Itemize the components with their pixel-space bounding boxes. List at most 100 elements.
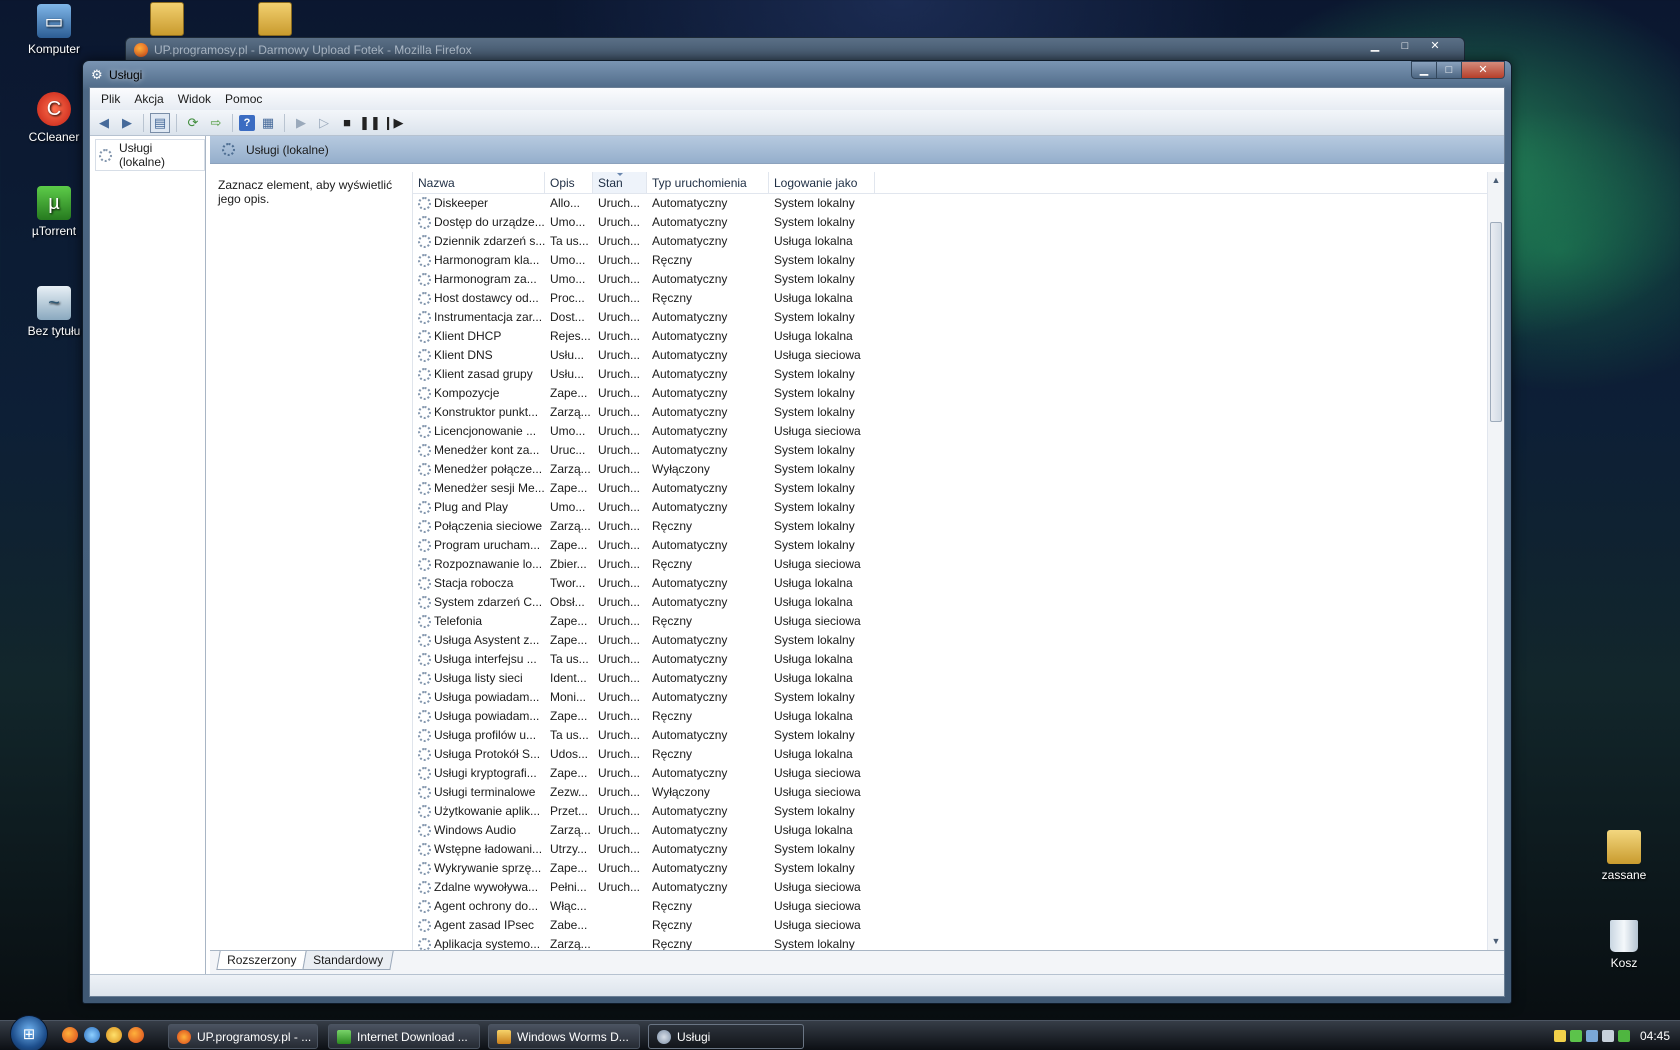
close-button[interactable]: ✕ — [1422, 38, 1448, 54]
menu-pomoc[interactable]: Pomoc — [218, 88, 269, 110]
minimize-button[interactable]: ▁ — [1411, 61, 1437, 79]
restart-service-icon[interactable]: ❙▶ — [383, 113, 404, 133]
tray-utorrent-icon[interactable] — [1617, 1030, 1630, 1042]
table-row[interactable]: Diskeeper Allo... Uruch... Automatyczny Syst… — [413, 194, 1504, 213]
table-row[interactable]: Telefonia Zape... Uruch... Ręczny Usługa sie… — [413, 612, 1504, 631]
services-list[interactable]: Nazwa Opis Stan Typ uruchomienia Logowan… — [412, 172, 1504, 950]
firefox-icon[interactable] — [128, 1027, 144, 1043]
desktop-icon-bez-tytulu[interactable]: ~ Bez tytułu — [16, 286, 92, 338]
table-row[interactable]: Usługa interfejsu ... Ta us... Uruch... Aut… — [413, 650, 1504, 669]
table-row[interactable]: Agent ochrony do... Włąc... Ręczny Usługa s… — [413, 897, 1504, 916]
taskbar-button-firefox[interactable]: UP.programosy.pl - ... — [168, 1024, 318, 1049]
table-row[interactable]: Agent zasad IPsec Zabe... Ręczny Usługa sie… — [413, 916, 1504, 935]
column-header-state[interactable]: Stan — [593, 172, 647, 193]
tray-network-icon[interactable] — [1585, 1030, 1598, 1042]
table-row[interactable]: Harmonogram za... Umo... Uruch... Automatyc… — [413, 270, 1504, 289]
table-row[interactable]: Użytkowanie aplik... Przet... Uruch... Auto… — [413, 802, 1504, 821]
table-row[interactable]: Zdalne wywoływa... Pełni... Uruch... Automa… — [413, 878, 1504, 897]
table-row[interactable]: Harmonogram kla... Umo... Uruch... Ręczny Sy… — [413, 251, 1504, 270]
start-service-icon[interactable]: ▶ — [291, 113, 311, 133]
column-header-startup-type[interactable]: Typ uruchomienia — [647, 172, 769, 193]
table-row[interactable]: Usługi kryptografi... Zape... Uruch... Auto… — [413, 764, 1504, 783]
maximize-button[interactable]: □ — [1436, 61, 1462, 79]
back-icon[interactable]: ◀ — [94, 113, 114, 133]
close-button[interactable]: ✕ — [1461, 61, 1505, 79]
tree-node-services-local[interactable]: Usługi (lokalne) — [95, 139, 205, 171]
table-row[interactable]: Rozpoznawanie lo... Zbier... Uruch... Ręczn… — [413, 555, 1504, 574]
tray-volume-icon[interactable] — [1601, 1030, 1614, 1042]
table-row[interactable]: Konstruktor punkt... Zarzą... Uruch... Auto… — [413, 403, 1504, 422]
table-row[interactable]: Klient DHCP Rejes... Uruch... Automatyczny U… — [413, 327, 1504, 346]
table-row[interactable]: Połączenia sieciowe Zarzą... Uruch... Ręczn… — [413, 517, 1504, 536]
table-row[interactable]: Instrumentacja zar... Dost... Uruch... Auto… — [413, 308, 1504, 327]
pause-service-icon[interactable]: ❚❚ — [359, 113, 381, 133]
table-row[interactable]: Menedżer sesji Me... Zape... Uruch... Autom… — [413, 479, 1504, 498]
tray-flag-icon[interactable] — [1569, 1030, 1582, 1042]
table-row[interactable]: Menedżer połącze... Zarzą... Uruch... Wyłąc… — [413, 460, 1504, 479]
ie-icon[interactable] — [84, 1027, 100, 1043]
vertical-scrollbar[interactable]: ▲ ▼ — [1487, 172, 1504, 950]
table-row[interactable]: Wstępne ładowani... Utrzy... Uruch... Autom… — [413, 840, 1504, 859]
desktop-icon-komputer[interactable]: ▭ Komputer — [16, 4, 92, 56]
table-row[interactable]: Dziennik zdarzeń s... Ta us... Uruch... Aut… — [413, 232, 1504, 251]
table-row[interactable]: Klient zasad grupy Usłu... Uruch... Automat… — [413, 365, 1504, 384]
table-row[interactable]: Dostęp do urządze... Umo... Uruch... Automa… — [413, 213, 1504, 232]
forward-icon[interactable]: ▶ — [117, 113, 137, 133]
table-row[interactable]: Program urucham... Zape... Uruch... Automat… — [413, 536, 1504, 555]
show-hide-console-tree-icon[interactable]: ▤ — [150, 112, 170, 133]
table-row[interactable]: Usługa powiadam... Zape... Uruch... Ręczny U… — [413, 707, 1504, 726]
title-bar[interactable]: ⚙ Usługi ▁ □ ✕ — [83, 61, 1511, 89]
menu-akcja[interactable]: Akcja — [127, 88, 170, 110]
export-list-icon[interactable]: ⇨ — [206, 113, 226, 133]
table-row[interactable]: Usługa Asystent z... Zape... Uruch... Autom… — [413, 631, 1504, 650]
table-row[interactable]: Stacja robocza Twor... Uruch... Automatyczn… — [413, 574, 1504, 593]
column-header-description[interactable]: Opis — [545, 172, 593, 193]
firefox-icon[interactable] — [62, 1027, 78, 1043]
table-row[interactable]: System zdarzeń C... Obsł... Uruch... Automa… — [413, 593, 1504, 612]
table-row[interactable]: Aplikacja systemo... Zarzą... Ręczny System… — [413, 935, 1504, 950]
help-icon[interactable]: ? — [239, 114, 255, 131]
table-row[interactable]: Plug and Play Umo... Uruch... Automatyczny S… — [413, 498, 1504, 517]
scroll-up-icon[interactable]: ▲ — [1488, 172, 1504, 189]
table-row[interactable]: Usługa powiadam... Moni... Uruch... Automat… — [413, 688, 1504, 707]
maximize-button[interactable]: □ — [1392, 38, 1418, 54]
table-row[interactable]: Menedżer kont za... Uruc... Uruch... Automa… — [413, 441, 1504, 460]
table-row[interactable]: Usługa Protokół S... Udos... Uruch... Ręczn… — [413, 745, 1504, 764]
table-row[interactable]: Klient DNS Usłu... Uruch... Automatyczny Usł… — [413, 346, 1504, 365]
folder-shortcut-icon[interactable] — [150, 2, 184, 36]
tab-extended[interactable]: Rozszerzony — [216, 951, 308, 970]
tab-standard[interactable]: Standardowy — [302, 951, 395, 970]
column-header-logon-as[interactable]: Logowanie jako — [769, 172, 875, 193]
table-row[interactable]: Licencjonowanie ... Umo... Uruch... Automat… — [413, 422, 1504, 441]
clock[interactable]: 04:45 — [1640, 1029, 1670, 1043]
table-row[interactable]: Usługa listy sieci Ident... Uruch... Automa… — [413, 669, 1504, 688]
refresh-icon[interactable]: ⟳ — [183, 113, 203, 133]
scrollbar-thumb[interactable] — [1490, 222, 1502, 422]
service-state: Uruch... — [598, 329, 641, 343]
stop-service-icon[interactable]: ■ — [337, 113, 357, 133]
desktop-icon-ccleaner[interactable]: C CCleaner — [16, 92, 92, 144]
taskbar-button-windows-worms[interactable]: Windows Worms D... — [488, 1024, 640, 1049]
start-service-alt-icon[interactable]: ▷ — [314, 113, 334, 133]
desktop-icon-kosz[interactable]: Kosz — [1584, 920, 1664, 970]
taskbar-button-services[interactable]: Usługi — [648, 1024, 804, 1049]
table-row[interactable]: Host dostawcy od... Proc... Uruch... Ręczny… — [413, 289, 1504, 308]
desktop-icon-zassane[interactable]: zassane — [1584, 830, 1664, 882]
scroll-down-icon[interactable]: ▼ — [1488, 933, 1504, 950]
menu-widok[interactable]: Widok — [171, 88, 218, 110]
taskbar-button-idm[interactable]: Internet Download ... — [328, 1024, 480, 1049]
table-row[interactable]: Usługi terminalowe Zezw... Uruch... Wyłączo… — [413, 783, 1504, 802]
desktop-icon-utorrent[interactable]: µ µTorrent — [16, 186, 92, 238]
minimize-button[interactable]: ▁ — [1362, 38, 1388, 54]
table-row[interactable]: Windows Audio Zarzą... Uruch... Automatyczn… — [413, 821, 1504, 840]
table-row[interactable]: Wykrywanie sprzę... Zape... Uruch... Automa… — [413, 859, 1504, 878]
table-row[interactable]: Usługa profilów u... Ta us... Uruch... Auto… — [413, 726, 1504, 745]
media-icon[interactable] — [106, 1027, 122, 1043]
column-header-name[interactable]: Nazwa — [413, 172, 545, 193]
properties-icon[interactable]: ▦ — [258, 113, 278, 133]
folder-shortcut-icon[interactable] — [258, 2, 292, 36]
table-row[interactable]: Kompozycje Zape... Uruch... Automatyczny Sys… — [413, 384, 1504, 403]
start-button[interactable]: ⊞ — [10, 1015, 48, 1050]
tray-notification-icon[interactable] — [1553, 1030, 1566, 1042]
menu-plik[interactable]: Plik — [94, 88, 127, 110]
